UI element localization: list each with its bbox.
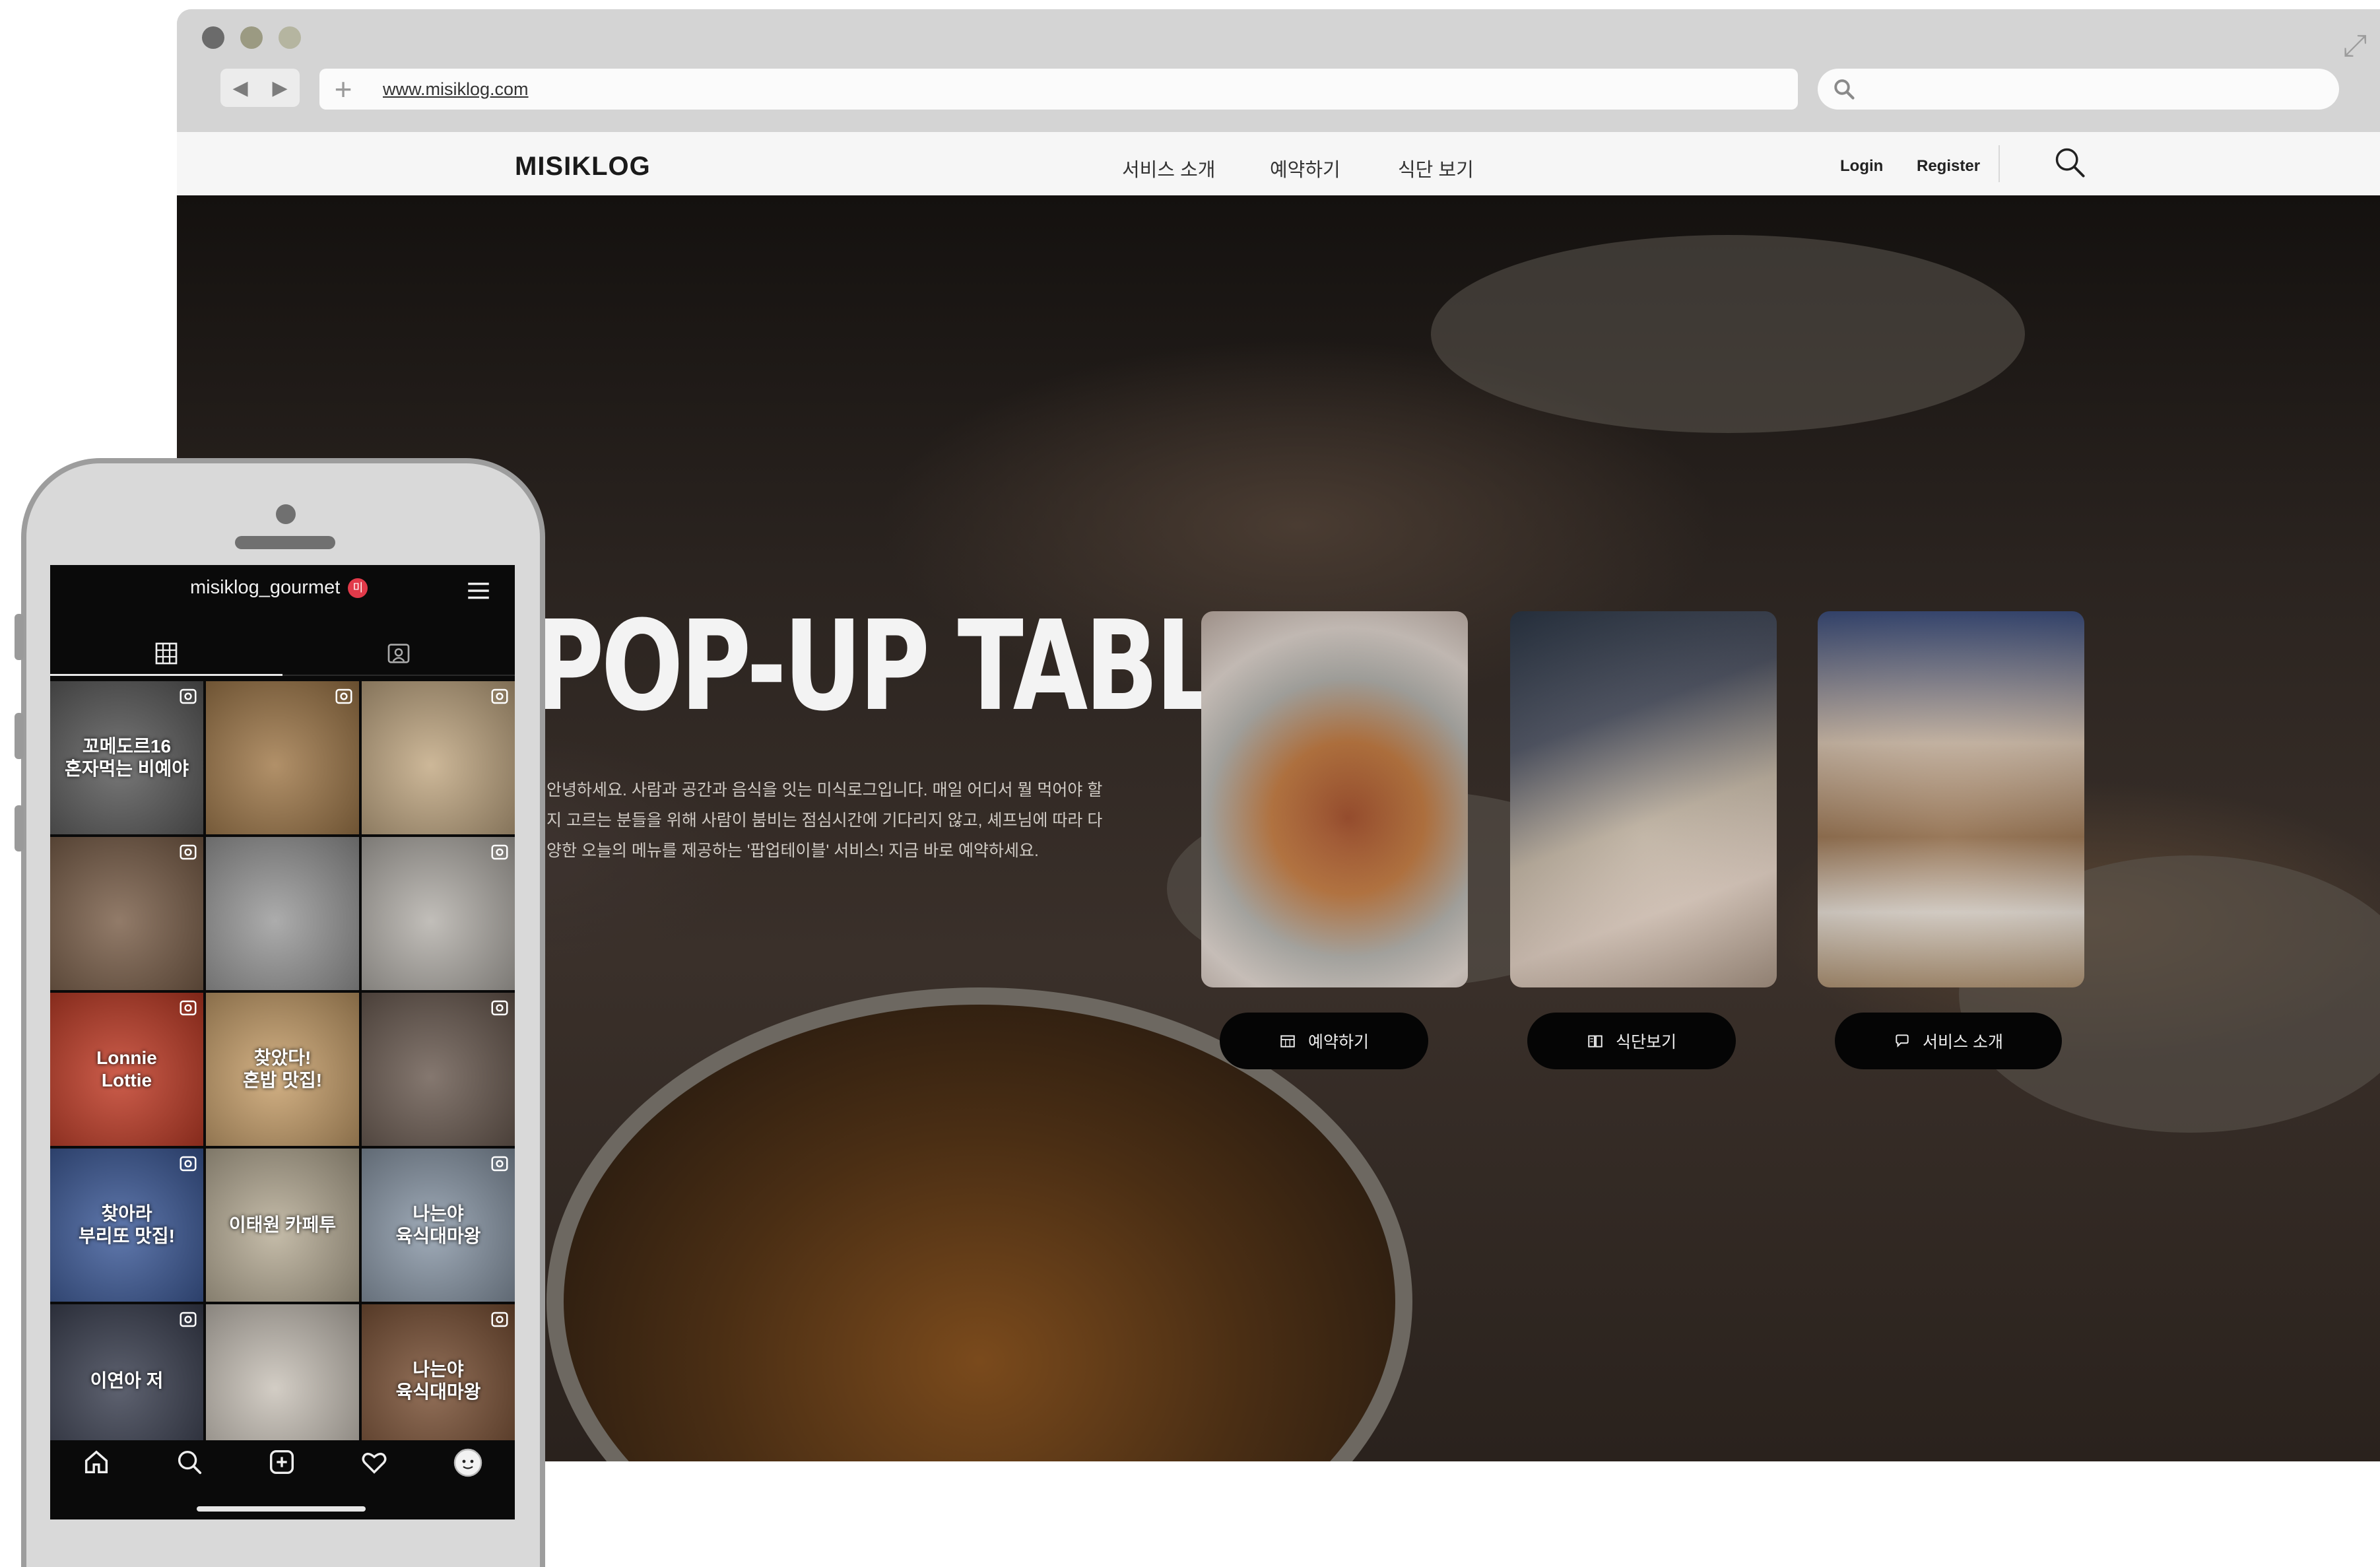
site-search-icon[interactable] [2053, 145, 2087, 180]
reel-icon [180, 844, 197, 860]
menu-button[interactable]: 식단보기 [1527, 1013, 1736, 1069]
home-icon[interactable] [81, 1447, 112, 1477]
background-plate [1431, 235, 2025, 433]
address-bar[interactable]: + www.misiklog.com [319, 69, 1798, 110]
site-header: MISIKLOG 서비스 소개 예약하기 식단 보기 Login Registe… [177, 132, 2380, 195]
profile-avatar-icon[interactable] [452, 1447, 484, 1479]
phone-speaker [235, 536, 335, 549]
profile-username[interactable]: misiklog_gourmet 미 [190, 577, 368, 599]
card-image-menu[interactable] [1510, 611, 1777, 987]
post-caption-overlay: Lonnie Lottie [96, 1048, 157, 1090]
post-thumbnail[interactable] [362, 993, 515, 1146]
post-thumbnail[interactable] [362, 837, 515, 990]
reel-icon [491, 844, 508, 860]
reel-icon [491, 1312, 508, 1327]
reel-icon [491, 1156, 508, 1172]
reel-icon [180, 688, 197, 704]
username-text: misiklog_gourmet [190, 577, 341, 598]
phone-volume-up [15, 713, 24, 759]
post-thumbnail[interactable] [206, 1304, 359, 1457]
hero-title: POP-UP TABLE [533, 594, 1280, 739]
new-post-icon[interactable] [267, 1447, 297, 1477]
post-thumbnail[interactable]: 이연아 저 [50, 1304, 203, 1457]
post-thumbnail[interactable]: 찾아라 부리또 맛집! [50, 1149, 203, 1302]
card-shade [1201, 611, 1468, 987]
post-thumbnail[interactable]: Lonnie Lottie [50, 993, 203, 1146]
window-maximize-button[interactable] [279, 26, 301, 49]
login-link[interactable]: Login [1840, 157, 1883, 176]
post-thumbnail[interactable]: 찾았다! 혼밥 맛집! [206, 993, 359, 1146]
profile-tabs [50, 628, 515, 676]
hamburger-menu-icon[interactable] [465, 577, 492, 605]
reel-icon [491, 1000, 508, 1016]
tagged-icon[interactable] [385, 640, 412, 667]
reservation-button[interactable]: 예약하기 [1220, 1013, 1428, 1069]
active-tab-indicator [50, 674, 282, 676]
heart-icon[interactable] [359, 1447, 389, 1477]
back-button[interactable]: ◀ [232, 77, 248, 100]
reel-icon [180, 1312, 197, 1327]
search-icon[interactable] [174, 1447, 205, 1477]
url-text[interactable]: www.misiklog.com [383, 79, 529, 100]
post-thumbnail[interactable]: 이태원 카페투 [206, 1149, 359, 1302]
home-indicator [197, 1506, 366, 1512]
forward-button[interactable]: ▶ [272, 77, 287, 100]
new-tab-button[interactable]: + [330, 74, 356, 104]
reel-icon [491, 688, 508, 704]
post-caption-overlay: 찾았다! 혼밥 맛집! [242, 1048, 323, 1090]
card-shade [1818, 611, 2084, 987]
book-icon [1588, 1035, 1603, 1048]
phone-volume-down [15, 805, 24, 851]
post-caption-overlay: 이태원 카페투 [228, 1215, 337, 1235]
phone-camera [276, 504, 296, 524]
site-logo[interactable]: MISIKLOG [515, 152, 651, 182]
card-image-service[interactable] [1818, 611, 2084, 987]
post-grid: 꼬메도르16 혼자먹는 비예야 Lonnie Lottie 찾았다! 혼밥 맛집! 찾… [50, 681, 515, 1457]
post-thumbnail[interactable] [50, 837, 203, 990]
card-shade [1510, 611, 1777, 987]
register-link[interactable]: Register [1917, 157, 1980, 176]
post-thumbnail[interactable]: 꼬메도르16 혼자먹는 비예야 [50, 681, 203, 834]
nav-service-intro[interactable]: 서비스 소개 [1122, 154, 1215, 182]
window-close-button[interactable] [202, 26, 224, 49]
browser-chrome: ⤢ ◀ ▶ + www.misiklog.com [177, 9, 2380, 132]
post-thumbnail[interactable] [206, 681, 359, 834]
reservation-button-label: 예약하기 [1307, 1033, 1369, 1051]
post-thumbnail[interactable] [362, 681, 515, 834]
post-thumbnail[interactable]: 나는야 육식대마왕 [362, 1304, 515, 1457]
fullscreen-icon[interactable]: ⤢ [2336, 26, 2373, 63]
phone-screen: misiklog_gourmet 미 꼬메도르16 혼자먹는 비예야 Lonnie… [50, 565, 515, 1519]
post-caption-overlay: 나는야 육식대마왕 [395, 1203, 481, 1246]
nav-menu[interactable]: 식단 보기 [1398, 154, 1474, 182]
post-thumbnail[interactable] [206, 837, 359, 990]
reel-icon [180, 1156, 197, 1172]
service-intro-button[interactable]: 서비스 소개 [1835, 1013, 2062, 1069]
chat-bubble-icon [1896, 1034, 1909, 1048]
post-thumbnail[interactable]: 나는야 육식대마왕 [362, 1149, 515, 1302]
profile-badge: 미 [348, 578, 368, 599]
calendar-icon [1280, 1035, 1295, 1048]
instagram-header: misiklog_gourmet 미 [50, 565, 515, 631]
post-caption-overlay: 꼬메도르16 혼자먹는 비예야 [64, 736, 189, 779]
history-nav: ◀ ▶ [220, 69, 300, 107]
nav-reservation[interactable]: 예약하기 [1270, 154, 1340, 182]
service-intro-button-label: 서비스 소개 [1923, 1033, 2003, 1051]
post-caption-overlay: 이연아 저 [90, 1370, 164, 1391]
post-caption-overlay: 찾아라 부리또 맛집! [79, 1203, 175, 1246]
window-minimize-button[interactable] [240, 26, 263, 49]
reel-icon [180, 1000, 197, 1016]
header-divider [1999, 145, 2000, 182]
browser-search-input[interactable] [1818, 69, 2339, 110]
post-caption-overlay: 나는야 육식대마왕 [395, 1359, 481, 1402]
grid-icon[interactable] [153, 640, 180, 667]
search-icon [1834, 79, 1855, 100]
card-image-reservation[interactable] [1201, 611, 1468, 987]
menu-button-label: 식단보기 [1615, 1033, 1676, 1051]
reel-icon [335, 688, 352, 704]
phone-mute-switch [15, 614, 24, 660]
